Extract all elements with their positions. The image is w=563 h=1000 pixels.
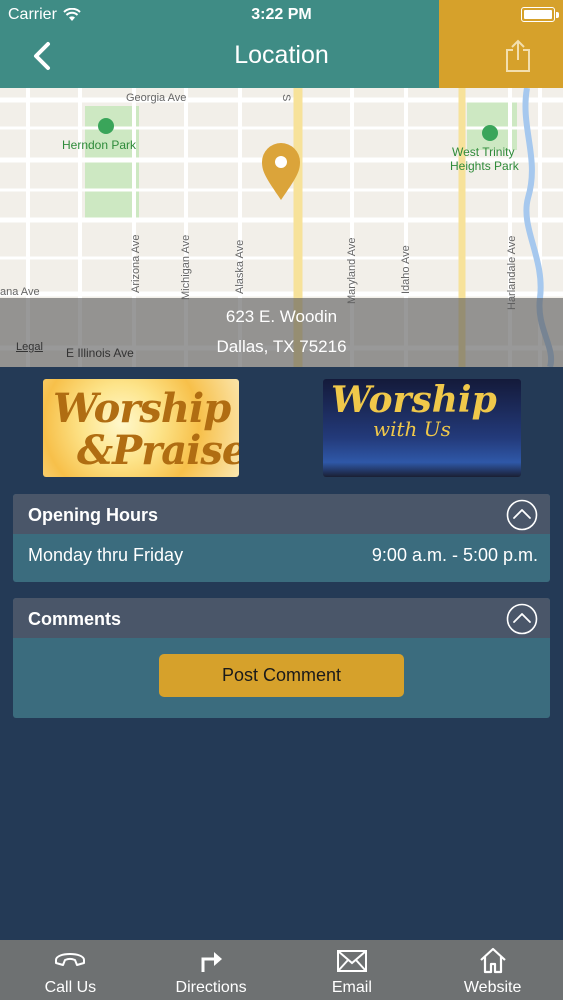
tab-directions[interactable]: Directions [141, 940, 282, 1000]
tab-website[interactable]: Website [422, 940, 563, 1000]
tab-email[interactable]: Email [282, 940, 423, 1000]
street-label-ana: ana Ave [0, 286, 40, 298]
chevron-up-icon[interactable] [506, 603, 538, 635]
banner-left-line2: &Praise [77, 427, 239, 474]
opening-hours-title: Opening Hours [28, 505, 158, 525]
comments-panel: Comments Post Comment [13, 598, 550, 718]
tab-website-label: Website [463, 979, 522, 996]
share-icon[interactable] [503, 38, 533, 74]
tab-directions-label: Directions [175, 979, 247, 996]
post-comment-button[interactable]: Post Comment [159, 654, 404, 697]
comments-title: Comments [28, 609, 122, 629]
tab-call-us[interactable]: Call Us [0, 940, 141, 1000]
chevron-up-icon[interactable] [506, 499, 538, 531]
page-title: Location [234, 41, 329, 69]
location-map[interactable]: Georgia Ave Herndon Park West Trinity He… [0, 88, 563, 367]
street-label-maryland: Maryland Ave [346, 237, 358, 304]
status-time: 3:22 PM [251, 6, 312, 23]
banner-left-line1: Worship [53, 385, 231, 432]
bottom-tab-bar: Call Us Directions Email Website [0, 940, 563, 1000]
envelope-icon [336, 950, 367, 972]
tab-call-us-label: Call Us [44, 979, 97, 996]
home-icon [479, 947, 506, 974]
directions-icon [201, 952, 223, 972]
hours-day: Monday thru Friday [28, 545, 184, 565]
opening-hours-panel: Opening Hours Monday thru Friday 9:00 a.… [13, 494, 550, 582]
banner-right-line1: Worship [331, 379, 497, 421]
status-bar: Carrier 3:22 PM [0, 0, 563, 30]
street-label-michigan: Michigan Ave [180, 234, 192, 300]
opening-hours-header[interactable]: Opening Hours [13, 494, 550, 534]
street-label-idaho: Idaho Ave [400, 245, 412, 294]
banner-right-line2: with Us [373, 417, 451, 441]
hours-time: 9:00 a.m. - 5:00 p.m. [371, 545, 538, 565]
battery-icon [521, 7, 559, 22]
park-label-west-trinity-2: Heights Park [450, 159, 519, 173]
street-label-s: S [280, 94, 292, 102]
tab-email-label: Email [331, 979, 372, 996]
street-label-georgia: Georgia Ave [126, 92, 187, 104]
park-label-herndon: Herndon Park [62, 138, 137, 152]
park-label-west-trinity-1: West Trinity [452, 145, 515, 159]
nav-bar: Carrier 3:22 PM Location [0, 0, 563, 88]
street-label-alaska: Alaska Ave [234, 239, 246, 294]
street-label-illinois: E Illinois Ave [66, 346, 134, 360]
comments-header[interactable]: Comments [13, 598, 550, 638]
address-street: 623 E. Woodin [225, 307, 338, 326]
map-legal-link[interactable]: Legal [16, 341, 43, 353]
worship-with-us-banner[interactable]: Worship with Us [323, 379, 521, 477]
phone-icon [55, 953, 86, 966]
street-label-arizona: Arizona Ave [130, 234, 142, 293]
worship-praise-banner[interactable]: Worship &Praise [43, 379, 239, 477]
